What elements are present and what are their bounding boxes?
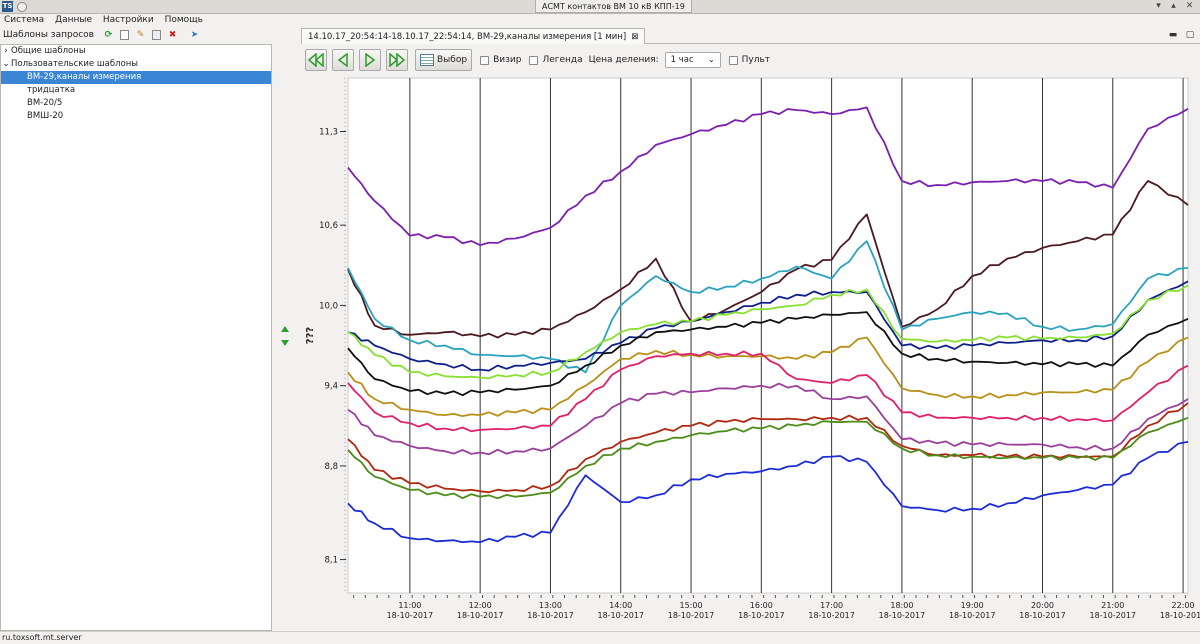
- prev-page-button[interactable]: [332, 49, 354, 71]
- chevron-right-icon[interactable]: ›: [1, 45, 11, 58]
- tab-bar: 14.10.17_20:54:14-18.10.17_22:54:14, ВМ-…: [301, 27, 1200, 44]
- minimize-icon[interactable]: ▾: [1153, 1, 1164, 12]
- y-axis-label: ???: [305, 327, 316, 345]
- x-tick-time: 11:00: [398, 601, 421, 610]
- templates-toolbar: Шаблоны запросов ⟳ ✎ ✖ ➤: [0, 27, 272, 43]
- y-tick-label: 9,4: [324, 382, 338, 392]
- refresh-icon[interactable]: ⟳: [103, 30, 114, 41]
- run-icon[interactable]: ➤: [189, 30, 200, 41]
- x-tick-date: 18-10-2017: [668, 611, 715, 620]
- app-icon: TS: [2, 1, 13, 12]
- scale-label: Цена деления:: [588, 55, 659, 65]
- menu-data[interactable]: Данные: [51, 14, 96, 27]
- remote-checkbox[interactable]: Пульт: [728, 55, 770, 65]
- y-tick-label: 8,8: [324, 462, 338, 472]
- tree-item-user-templates[interactable]: ⌄Пользовательские шаблоны: [1, 58, 271, 71]
- tree-item-common-templates[interactable]: › Общие шаблоны: [1, 45, 271, 58]
- tree-item-tridcatka[interactable]: тридцатка: [1, 84, 271, 97]
- tab-maximize-icon[interactable]: ▢: [1185, 30, 1195, 40]
- menu-system[interactable]: Система: [0, 14, 48, 27]
- tab-close-icon[interactable]: ⊠: [631, 32, 638, 42]
- x-tick-time: 22:00: [1172, 601, 1195, 610]
- y-tick-label: 8,1: [324, 556, 338, 566]
- window-title: АСМТ контактов ВМ 10 кВ КПП-19: [535, 0, 692, 13]
- x-tick-time: 18:00: [890, 601, 913, 610]
- table-icon: [420, 54, 434, 66]
- scroll-up-icon[interactable]: [281, 326, 289, 332]
- x-tick-time: 15:00: [679, 601, 702, 610]
- trend-chart[interactable]: 11,310,610,09,48,88,1???11:0018-10-20171…: [301, 76, 1200, 631]
- menu-help[interactable]: Помощь: [161, 14, 207, 27]
- templates-tree: › Общие шаблоны ⌄Пользовательские шаблоны…: [0, 44, 272, 631]
- x-tick-date: 18-10-2017: [457, 611, 504, 620]
- x-tick-date: 18-10-2017: [387, 611, 434, 620]
- x-tick-date: 18-10-2017: [527, 611, 574, 620]
- x-tick-date: 18-10-2017: [949, 611, 996, 620]
- double-right-arrow-icon: [389, 53, 405, 67]
- x-tick-time: 12:00: [469, 601, 492, 610]
- left-arrow-icon: [337, 53, 348, 67]
- scroll-down-icon[interactable]: [281, 340, 289, 346]
- templates-title: Шаблоны запросов: [3, 30, 94, 40]
- right-arrow-icon: [365, 53, 376, 67]
- x-tick-date: 18-10-2017: [738, 611, 785, 620]
- x-tick-time: 16:00: [750, 601, 773, 610]
- chart-area[interactable]: 11,3 10,6 10,0 9,4 8,8 8,1??? 11:00 18-10-2017 1…: [301, 76, 1200, 631]
- x-tick-time: 19:00: [961, 601, 984, 610]
- menu-bar: Система Данные Настройки Помощь: [0, 14, 1200, 27]
- tree-item-vmsh20[interactable]: ВМШ-20: [1, 110, 271, 123]
- chart-toolbar: Выбор Визир Легенда Цена деления: 1 час ⌄…: [305, 48, 1200, 72]
- chevron-down-icon[interactable]: ⌄: [1, 58, 11, 71]
- tab-chart[interactable]: 14.10.17_20:54:14-18.10.17_22:54:14, ВМ-…: [301, 28, 646, 44]
- x-tick-date: 18-10-2017: [1019, 611, 1065, 620]
- close-icon[interactable]: ✕: [1184, 1, 1195, 12]
- title-bar: TS АСМТ контактов ВМ 10 кВ КПП-19 ▾ ▴ ✕: [0, 0, 1200, 14]
- menu-settings[interactable]: Настройки: [99, 14, 158, 27]
- x-tick-date: 18-10-2017: [808, 611, 855, 620]
- x-tick-date: 18-10-2017: [1160, 611, 1200, 620]
- x-tick-date: 18-10-2017: [597, 611, 644, 620]
- legend-checkbox[interactable]: Легенда: [529, 55, 583, 65]
- x-tick-time: 14:00: [609, 601, 632, 610]
- copy-icon[interactable]: [151, 30, 161, 40]
- pin-icon[interactable]: [17, 2, 27, 12]
- status-bar: ru.toxsoft.mt.server: [0, 631, 1200, 643]
- edit-icon[interactable]: ✎: [135, 30, 146, 41]
- tree-item-vm20[interactable]: ВМ-20/5: [1, 97, 271, 110]
- y-tick-label: 11,3: [319, 128, 338, 138]
- scale-select[interactable]: 1 час ⌄: [664, 52, 721, 68]
- tab-minimize-icon[interactable]: ▬: [1168, 30, 1178, 40]
- double-left-arrow-icon: [308, 53, 324, 67]
- x-tick-time: 17:00: [820, 601, 843, 610]
- y-tick-label: 10,0: [319, 301, 338, 311]
- x-tick-date: 18-10-2017: [1090, 611, 1137, 620]
- chevron-down-icon: ⌄: [707, 55, 715, 64]
- x-tick-date: 18-10-2017: [879, 611, 926, 620]
- delete-icon[interactable]: ✖: [167, 30, 178, 41]
- next-page-button[interactable]: [359, 49, 381, 71]
- x-tick-time: 13:00: [539, 601, 562, 610]
- new-file-icon[interactable]: [119, 30, 129, 40]
- last-page-button[interactable]: [386, 49, 408, 71]
- x-tick-time: 20:00: [1031, 601, 1054, 610]
- maximize-icon[interactable]: ▴: [1168, 1, 1179, 12]
- tree-item-vm29[interactable]: ВМ-29,каналы измерения: [1, 71, 271, 84]
- vizir-checkbox[interactable]: Визир: [480, 55, 521, 65]
- templates-panel: Шаблоны запросов ⟳ ✎ ✖ ➤ › Общие шаблоны …: [0, 27, 272, 631]
- select-button[interactable]: Выбор: [415, 49, 473, 71]
- y-tick-label: 10,6: [319, 221, 338, 231]
- x-tick-time: 21:00: [1101, 601, 1124, 610]
- first-page-button[interactable]: [305, 49, 327, 71]
